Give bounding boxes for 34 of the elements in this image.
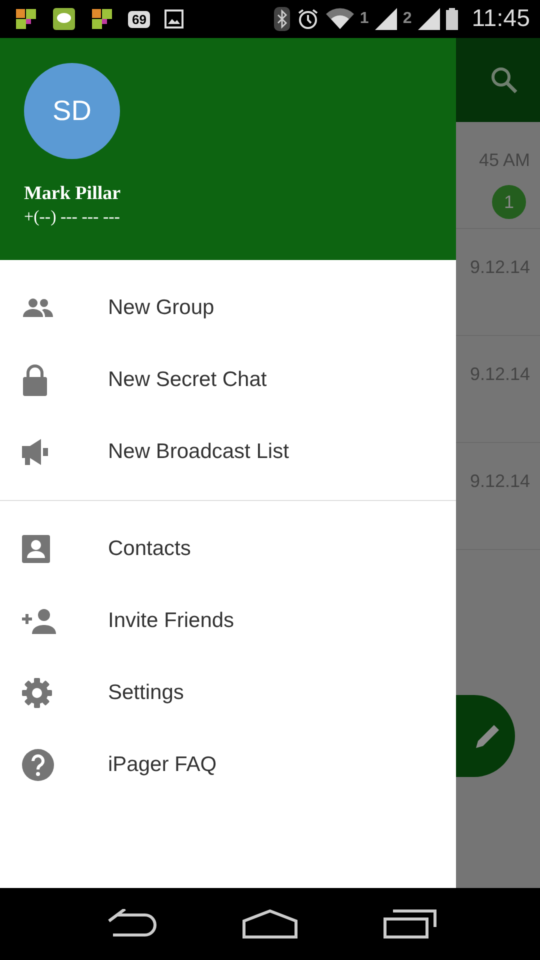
phone-number: +(--) --- --- --- [24, 207, 120, 227]
menu-item[interactable]: New Secret Chat [0, 344, 456, 416]
wifi-icon [326, 8, 354, 30]
app-icon [90, 7, 114, 31]
unread-badge: 1 [492, 185, 526, 219]
bluetooth-icon [274, 7, 290, 31]
menu-item[interactable]: Contacts [0, 513, 456, 585]
contact-card-icon [22, 535, 50, 563]
user-name: Mark Pillar [24, 183, 121, 205]
help-icon [22, 749, 54, 781]
signal-icon [418, 8, 440, 30]
menu-item[interactable]: New Broadcast List [0, 416, 456, 488]
people-icon [22, 298, 54, 318]
battery-icon [446, 8, 458, 30]
notification-count: 69 [128, 10, 150, 28]
app-icon [14, 7, 38, 31]
image-icon [164, 9, 184, 29]
chat-app-icon [52, 7, 76, 31]
megaphone-icon [22, 439, 50, 465]
lock-icon [22, 364, 48, 396]
home-icon[interactable] [242, 909, 298, 939]
recent-apps-icon[interactable] [383, 909, 438, 939]
signal-icon [374, 8, 397, 30]
menu-item[interactable]: iPager FAQ [0, 729, 456, 801]
add-person-icon [22, 608, 56, 634]
menu-item[interactable]: New Group [0, 272, 456, 344]
compose-button[interactable] [456, 695, 515, 777]
sim-label: 1 [360, 10, 369, 28]
alarm-icon [296, 7, 320, 31]
menu-item[interactable]: Settings [0, 657, 456, 729]
clock: 11:45 [472, 5, 530, 33]
search-icon[interactable] [490, 66, 518, 94]
menu-item[interactable]: Invite Friends [0, 585, 456, 657]
sim-label: 2 [402, 10, 412, 28]
